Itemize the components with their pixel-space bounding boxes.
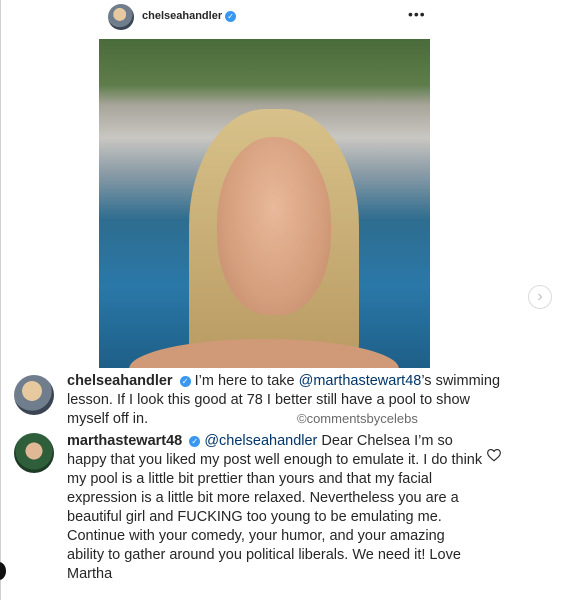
verified-badge-icon: ✓: [225, 10, 237, 22]
verified-badge-icon: ✓: [179, 375, 191, 387]
avatar[interactable]: [14, 375, 54, 415]
watermark: ©commentsbycelebs: [297, 411, 418, 426]
carousel-next-button[interactable]: ›: [528, 285, 552, 309]
post-header: chelseahandler ✓ •••: [0, 0, 566, 34]
photo-face: [217, 137, 331, 315]
like-heart-icon[interactable]: [486, 448, 502, 462]
comment-text: chelseahandler ✓ I’m here to take @marth…: [67, 372, 512, 429]
more-options-icon[interactable]: •••: [408, 6, 426, 22]
username-label[interactable]: chelseahandler: [142, 10, 222, 22]
post-photo[interactable]: [99, 39, 430, 368]
comment-mention[interactable]: @chelseahandler: [204, 433, 317, 449]
comment-username[interactable]: chelseahandler: [67, 373, 173, 389]
comment-text: marthastewart48 ✓ @chelseahandler Dear C…: [67, 432, 485, 584]
avatar[interactable]: [108, 4, 134, 30]
comment-body-part: I’m here to take: [190, 373, 299, 389]
avatar[interactable]: [14, 433, 54, 473]
post-username[interactable]: chelseahandler ✓: [142, 10, 237, 22]
comment-body-part: Dear Chelsea I’m so happy that you liked…: [67, 433, 483, 582]
comment-username[interactable]: marthastewart48: [67, 433, 182, 449]
verified-badge-icon: ✓: [189, 435, 201, 447]
comment-mention[interactable]: @marthastewart48: [299, 373, 422, 389]
